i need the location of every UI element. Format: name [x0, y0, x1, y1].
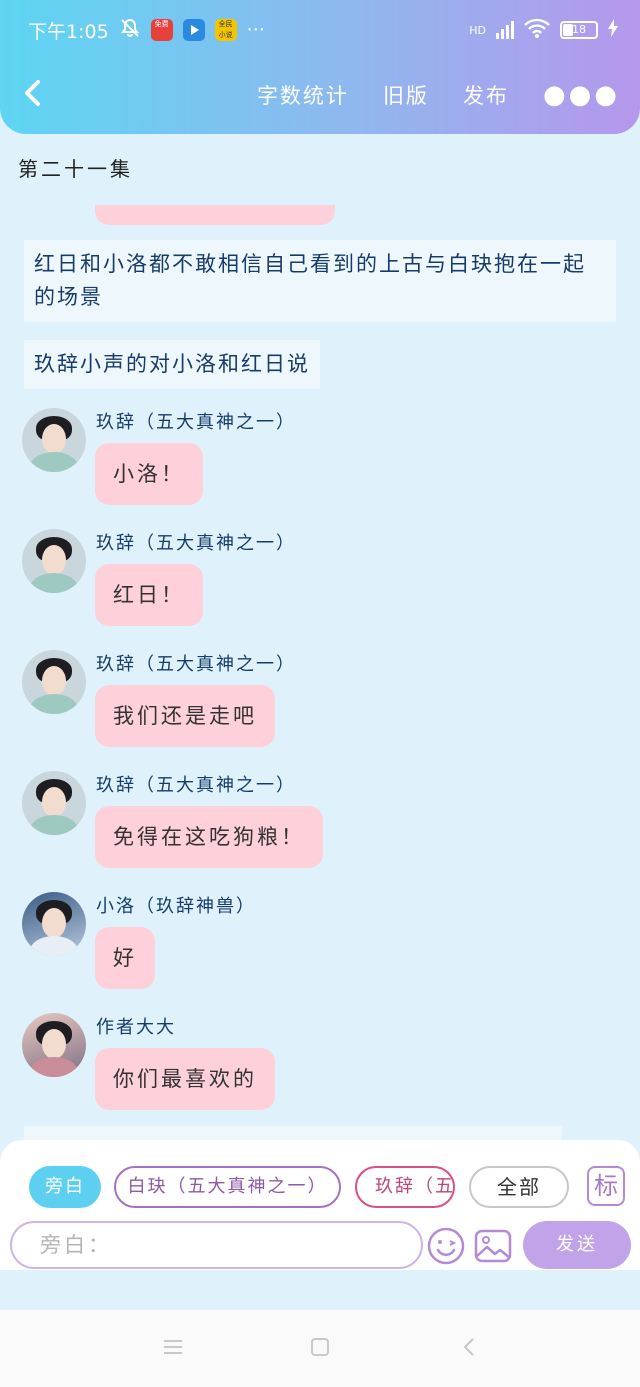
chat-message: 玖辞（五大真神之一） 小洛！ [22, 408, 622, 518]
message-bubble[interactable]: 红日！ [95, 564, 203, 626]
speaker-name: 作者大大 [96, 1017, 176, 1038]
status-time: 下午1:05 [28, 20, 109, 43]
composer-bottom-gap [0, 1270, 640, 1310]
avatar[interactable] [22, 892, 86, 956]
menu-icon[interactable] [162, 1336, 184, 1364]
network-badge: HD [469, 23, 486, 37]
avatar[interactable] [22, 771, 86, 835]
status-bar: 下午1:05 免费 全民 小说 ··· HD 18 [0, 12, 640, 48]
baidu-app-icon: 免费 [150, 19, 173, 41]
tag-button[interactable]: 标 [587, 1166, 625, 1206]
novel-app-icon: 全民 小说 [214, 19, 237, 41]
mute-bell-icon [119, 17, 141, 44]
more-options-icon[interactable]: ●●● [543, 80, 620, 110]
partial-message-bubble [95, 205, 335, 225]
old-version-button[interactable]: 旧版 [383, 80, 429, 110]
message-bubble[interactable]: 你们最喜欢的 [95, 1048, 275, 1110]
status-overflow: ··· [246, 19, 265, 41]
speaker-name: 玖辞（五大真神之一） [96, 533, 296, 554]
message-bubble[interactable]: 好 [95, 927, 155, 989]
chapter-title: 第二十一集 [18, 157, 133, 181]
speaker-name: 玖辞（五大真神之一） [96, 654, 296, 675]
battery-icon: 18 [560, 21, 598, 39]
charging-icon [608, 19, 618, 41]
composer-panel: 旁白 白玦（五大真神之一） 玖辞（五 全部 标 旁白： 发送 [0, 1140, 640, 1270]
chat-message: 作者大大 你们最喜欢的 [22, 1013, 622, 1123]
speaker-name: 玖辞（五大真神之一） [96, 412, 296, 433]
speaker-name: 玖辞（五大真神之一） [96, 775, 296, 796]
role-selector: 旁白 白玦（五大真神之一） 玖辞（五 全部 [0, 1166, 640, 1208]
top-header: 下午1:05 免费 全民 小说 ··· HD 18 字数统计 旧版 发布 ●●● [0, 0, 640, 134]
system-navigation-bar [0, 1310, 640, 1387]
system-back-icon[interactable] [458, 1336, 480, 1364]
avatar[interactable] [22, 1013, 86, 1077]
wifi-icon [524, 18, 550, 42]
chat-message: 小洛（玖辞神兽） 好 [22, 892, 622, 1002]
back-arrow-icon[interactable] [20, 75, 60, 115]
video-app-icon [182, 19, 205, 41]
chat-message: 玖辞（五大真神之一） 我们还是走吧 [22, 650, 622, 760]
avatar[interactable] [22, 408, 86, 472]
all-roles-button[interactable]: 全部 [469, 1166, 569, 1208]
avatar[interactable] [22, 650, 86, 714]
home-square-icon[interactable] [309, 1336, 331, 1364]
chat-message: 玖辞（五大真神之一） 免得在这吃狗粮！ [22, 771, 622, 881]
message-bubble[interactable]: 我们还是走吧 [95, 685, 275, 747]
message-bubble[interactable]: 免得在这吃狗粮！ [95, 806, 323, 868]
role-chip-baijue[interactable]: 白玦（五大真神之一） [114, 1166, 341, 1208]
role-chip-narrator[interactable]: 旁白 [29, 1166, 101, 1208]
role-chip-jiuci[interactable]: 玖辞（五 [355, 1166, 455, 1208]
speaker-name: 小洛（玖辞神兽） [96, 896, 256, 917]
publish-button[interactable]: 发布 [463, 80, 509, 110]
emoji-icon[interactable] [426, 1226, 466, 1266]
message-bubble[interactable]: 小洛！ [95, 443, 203, 505]
signal-icon [496, 21, 514, 39]
avatar[interactable] [22, 529, 86, 593]
narration-block[interactable]: 玖辞小声的对小洛和红日说 [24, 340, 320, 389]
narration-block[interactable]: 红日和小洛都不敢相信自己看到的上古与白玦抱在一起的场景 [24, 240, 616, 322]
message-input[interactable]: 旁白： [10, 1221, 423, 1269]
chat-message: 玖辞（五大真神之一） 红日！ [22, 529, 622, 639]
send-button[interactable]: 发送 [523, 1221, 631, 1269]
nav-bar: 字数统计 旧版 发布 ●●● [0, 70, 640, 120]
word-count-button[interactable]: 字数统计 [257, 80, 349, 110]
image-icon[interactable] [473, 1226, 513, 1266]
